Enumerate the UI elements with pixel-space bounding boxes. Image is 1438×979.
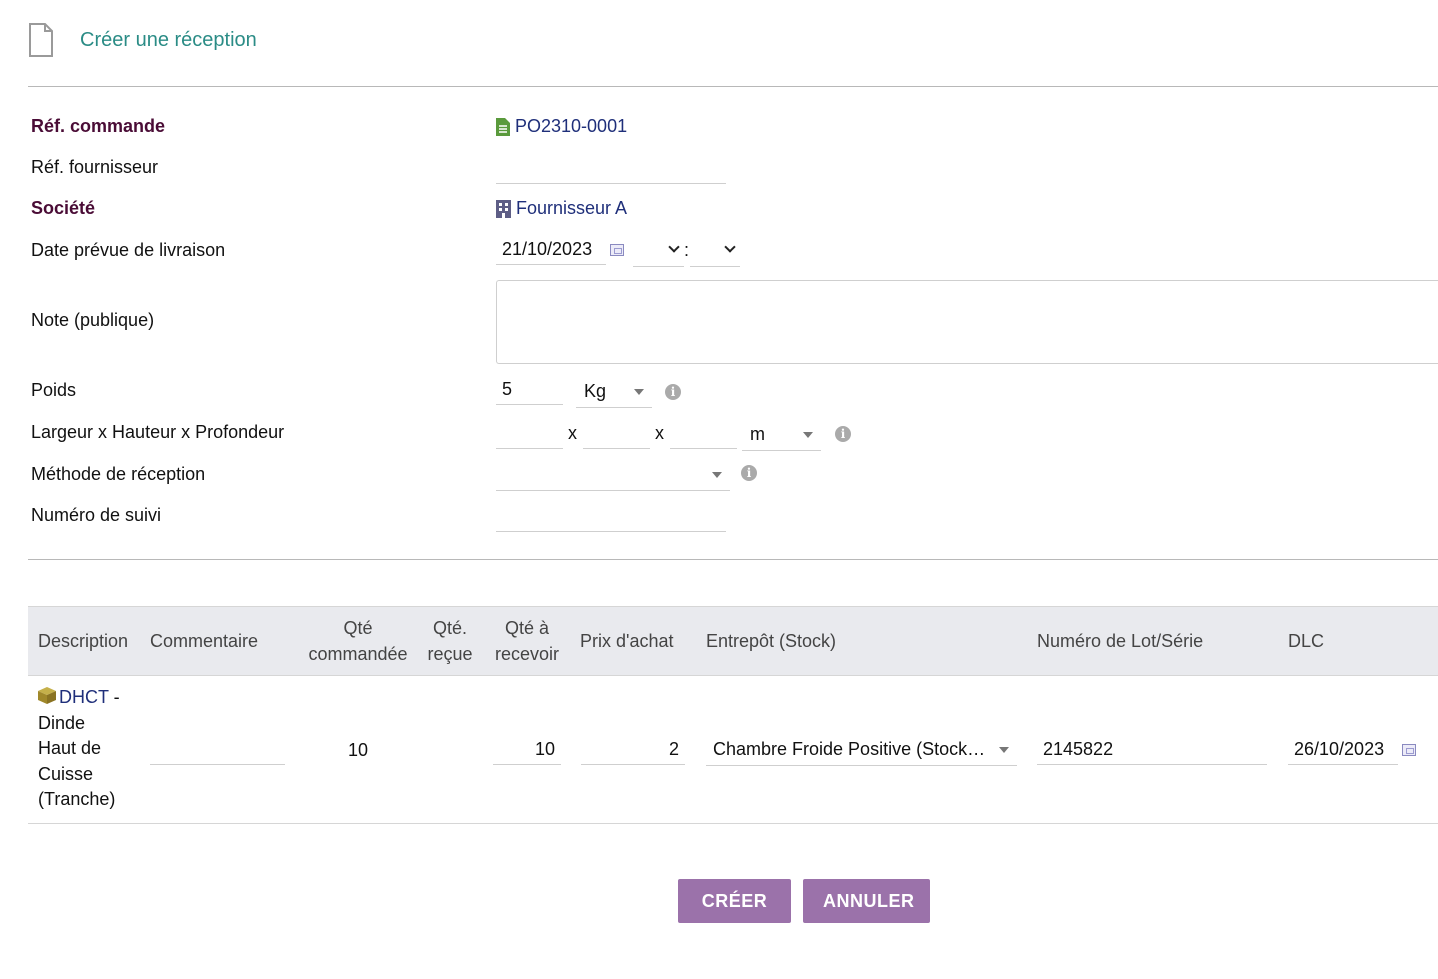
ref-fournisseur-input[interactable] [496,154,726,184]
societe-link[interactable]: Fournisseur A [516,198,627,219]
dimensions-unit-value: m [750,424,765,444]
suivi-input[interactable] [496,502,726,532]
th-lot: Numéro de Lot/Série [1037,631,1204,651]
order-document-icon [496,117,510,136]
info-icon[interactable]: i [835,426,851,442]
divider [28,559,1438,560]
th-dlc: DLC [1288,631,1325,651]
th-qte-a-recevoir-line2: recevoir [494,644,560,664]
th-entrepot: Entrepôt (Stock) [706,631,837,651]
th-description: Description [38,631,129,651]
ref-commande-label: Réf. commande [31,116,166,136]
caret-down-icon [634,389,644,395]
divider [28,86,1438,87]
th-qte-recue-line2: reçue [427,644,473,664]
row-description: DHCT - Dinde Haut de Cuisse (Tranche) [38,685,148,813]
th-qte-commandee: Qté commandée [303,615,413,667]
dimension-separator: x [568,423,577,443]
hour-select[interactable] [633,235,684,267]
entrepot-value: Chambre Froide Positive (Stock… [713,739,986,759]
dlc-input[interactable] [1288,735,1398,765]
calendar-icon[interactable] [1402,744,1416,756]
th-qte-commandee-line2: commandée [308,644,408,664]
poids-input[interactable] [496,375,563,405]
product-box-icon [38,687,56,704]
th-qte-commandee-line1: Qté [343,618,373,638]
qte-commandee-value: 10 [347,740,369,760]
suivi-label: Numéro de suivi [31,505,162,525]
caret-down-icon [803,432,813,438]
desc-line: Haut de [38,738,102,759]
largeur-input[interactable] [496,419,563,449]
date-livraison-label: Date prévue de livraison [31,240,226,260]
desc-separator: - [108,687,120,707]
document-icon [29,23,53,57]
desc-line: Cuisse [38,763,94,784]
societe-label: Société [31,198,96,218]
create-button[interactable]: CRÉER [678,879,791,923]
entrepot-select[interactable]: Chambre Froide Positive (Stock… [706,734,1017,766]
caret-down-icon [999,747,1009,753]
time-separator: : [684,240,690,260]
caret-down-icon [712,472,722,478]
poids-unit-value: Kg [584,381,607,401]
ref-commande-link[interactable]: PO2310-0001 [515,116,627,137]
chevron-down-icon [668,241,680,253]
desc-line: (Tranche) [38,789,116,810]
product-link[interactable]: DHCT [59,687,109,707]
th-prix-achat: Prix d'achat [580,631,674,651]
prix-achat-input[interactable] [581,735,685,765]
table-row: DHCT - Dinde Haut de Cuisse (Tranche) 10… [28,677,1438,824]
th-qte-recue-line1: Qté. [432,618,467,638]
th-qte-a-recevoir: Qté à recevoir [490,615,564,667]
info-icon[interactable]: i [665,384,681,400]
th-qte-a-recevoir-line1: Qté à [504,618,550,638]
calendar-icon[interactable] [610,244,624,256]
cancel-button[interactable]: ANNULER [803,879,930,923]
poids-unit-select[interactable]: Kg [576,376,652,408]
ref-commande-value[interactable]: PO2310-0001 [496,116,627,137]
page-header: Créer une réception [28,20,257,60]
dimensions-unit-select[interactable]: m [742,419,821,451]
th-commentaire: Commentaire [150,631,259,651]
ref-fournisseur-label: Réf. fournisseur [31,157,159,177]
dimension-separator: x [655,423,664,443]
methode-label: Méthode de réception [31,464,206,484]
dimensions-label: Largeur x Hauteur x Profondeur [31,422,285,442]
desc-line: Dinde [38,712,86,733]
building-icon [496,199,511,218]
lot-input[interactable] [1037,735,1267,765]
chevron-down-icon [724,241,736,253]
minute-select[interactable] [690,235,740,267]
profondeur-input[interactable] [670,419,737,449]
th-qte-recue: Qté. reçue [422,615,478,667]
page-title: Créer une réception [80,28,257,51]
methode-select[interactable] [496,459,730,491]
poids-label: Poids [31,380,77,400]
table-header: Description Commentaire Qté commandée Qt… [28,606,1438,676]
hauteur-input[interactable] [583,419,650,449]
note-publique-label: Note (publique) [31,310,155,330]
commentaire-input[interactable] [150,735,285,765]
societe-value[interactable]: Fournisseur A [496,198,627,219]
date-livraison-input[interactable] [496,235,606,265]
note-publique-textarea[interactable] [496,280,1438,364]
info-icon[interactable]: i [741,465,757,481]
qte-a-recevoir-input[interactable] [493,735,561,765]
